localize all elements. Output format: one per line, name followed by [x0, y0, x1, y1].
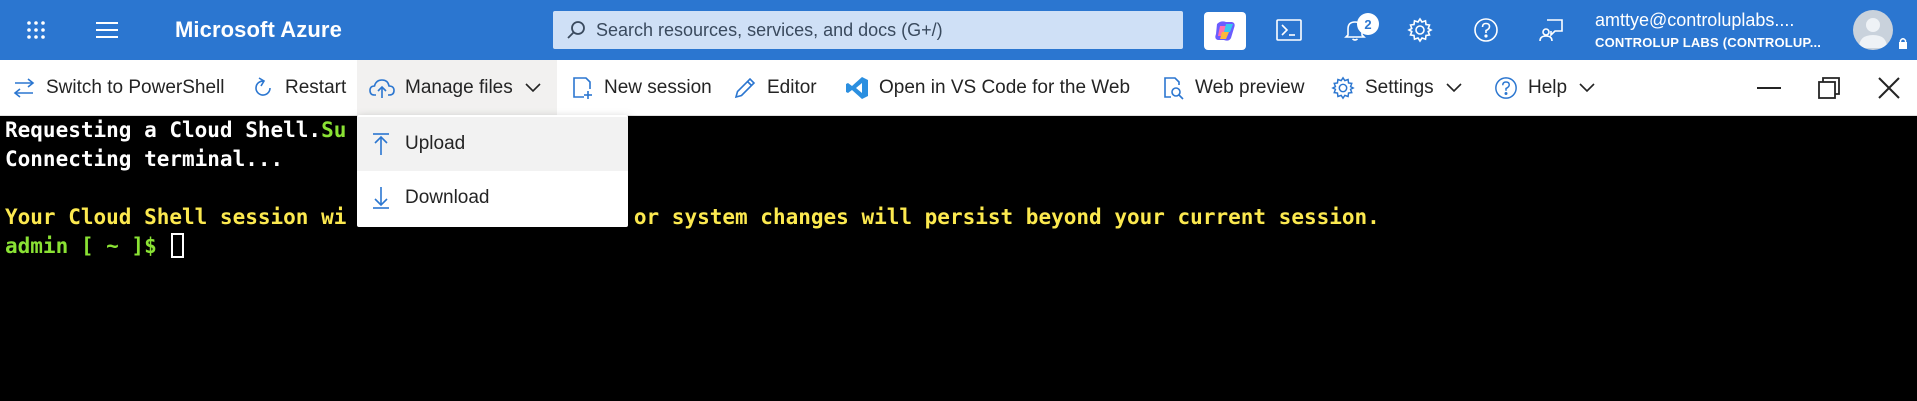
terminal-line: Connecting terminal...: [5, 147, 284, 171]
brand-title[interactable]: Microsoft Azure: [175, 17, 342, 43]
chevron-down-icon: [1579, 82, 1595, 92]
minimize-icon: [1757, 86, 1781, 89]
vscode-icon: [846, 76, 868, 99]
switch-to-powershell-button[interactable]: Switch to PowerShell: [12, 60, 224, 115]
search-icon: [567, 21, 585, 39]
minimize-button[interactable]: [1747, 60, 1791, 115]
copilot-icon: [1215, 21, 1235, 41]
chevron-down-icon: [525, 82, 541, 92]
account-info[interactable]: amttye@controluplabs.... CONTROLUP LABS …: [1595, 10, 1821, 50]
manage-files-button[interactable]: Manage files: [357, 60, 557, 115]
manage-files-dropdown: Upload Download: [357, 115, 628, 227]
close-icon: [1878, 76, 1900, 99]
search-input[interactable]: Search resources, services, and docs (G+…: [553, 11, 1183, 49]
close-button[interactable]: [1867, 60, 1911, 115]
cloud-shell-icon[interactable]: [1271, 12, 1307, 48]
upload-arrow-icon: [373, 133, 389, 155]
account-tenant: CONTROLUP LABS (CONTROLUP...: [1595, 35, 1822, 50]
web-preview-button[interactable]: Web preview: [1161, 60, 1304, 115]
apps-grid-icon[interactable]: [18, 12, 54, 48]
restore-window-icon: [1818, 76, 1840, 99]
help-icon[interactable]: [1468, 12, 1504, 48]
editor-button[interactable]: Editor: [733, 60, 817, 115]
settings-gear-icon: [1331, 76, 1355, 99]
cloud-upload-icon: [369, 78, 395, 98]
download-menu-item[interactable]: Download: [357, 171, 628, 225]
upload-menu-item[interactable]: Upload: [357, 117, 628, 171]
top-bar: Microsoft Azure Search resources, servic…: [0, 0, 1917, 60]
restart-icon: [255, 76, 271, 96]
cloud-shell-toolbar: Switch to PowerShell Restart Manage file…: [0, 60, 1917, 116]
terminal-warning-line: Your Cloud Shell session wi files or sys…: [5, 205, 1380, 229]
search-placeholder: Search resources, services, and docs (G+…: [596, 19, 943, 40]
download-arrow-icon: [373, 187, 389, 209]
web-preview-icon: [1164, 76, 1184, 100]
new-session-button[interactable]: New session: [570, 60, 712, 115]
help-icon: [1495, 76, 1517, 99]
switch-arrows-icon: [13, 77, 35, 98]
notifications-badge: 2: [1357, 13, 1379, 35]
account-email: amttye@controluplabs....: [1595, 10, 1795, 30]
terminal[interactable]: Requesting a Cloud Shell.Su Connecting t…: [0, 116, 1917, 401]
restore-button[interactable]: [1807, 60, 1851, 115]
pencil-icon: [734, 77, 756, 98]
terminal-cursor: [171, 233, 185, 258]
settings-gear-icon[interactable]: [1402, 12, 1438, 48]
hamburger-menu-icon[interactable]: [89, 12, 125, 48]
help-menu-button[interactable]: Help: [1494, 60, 1595, 115]
terminal-line: Requesting a Cloud Shell.Su: [5, 118, 347, 142]
settings-menu-button[interactable]: Settings: [1331, 60, 1462, 115]
terminal-prompt: admin [ ~ ]$: [5, 233, 185, 258]
open-vscode-button[interactable]: Open in VS Code for the Web: [845, 60, 1130, 115]
copilot-button[interactable]: [1204, 12, 1246, 50]
restart-button[interactable]: Restart: [251, 60, 346, 115]
new-session-icon: [573, 76, 592, 99]
lock-icon: [1899, 38, 1907, 49]
feedback-icon[interactable]: [1534, 12, 1570, 48]
chevron-down-icon: [1446, 82, 1462, 92]
avatar[interactable]: [1853, 10, 1893, 50]
